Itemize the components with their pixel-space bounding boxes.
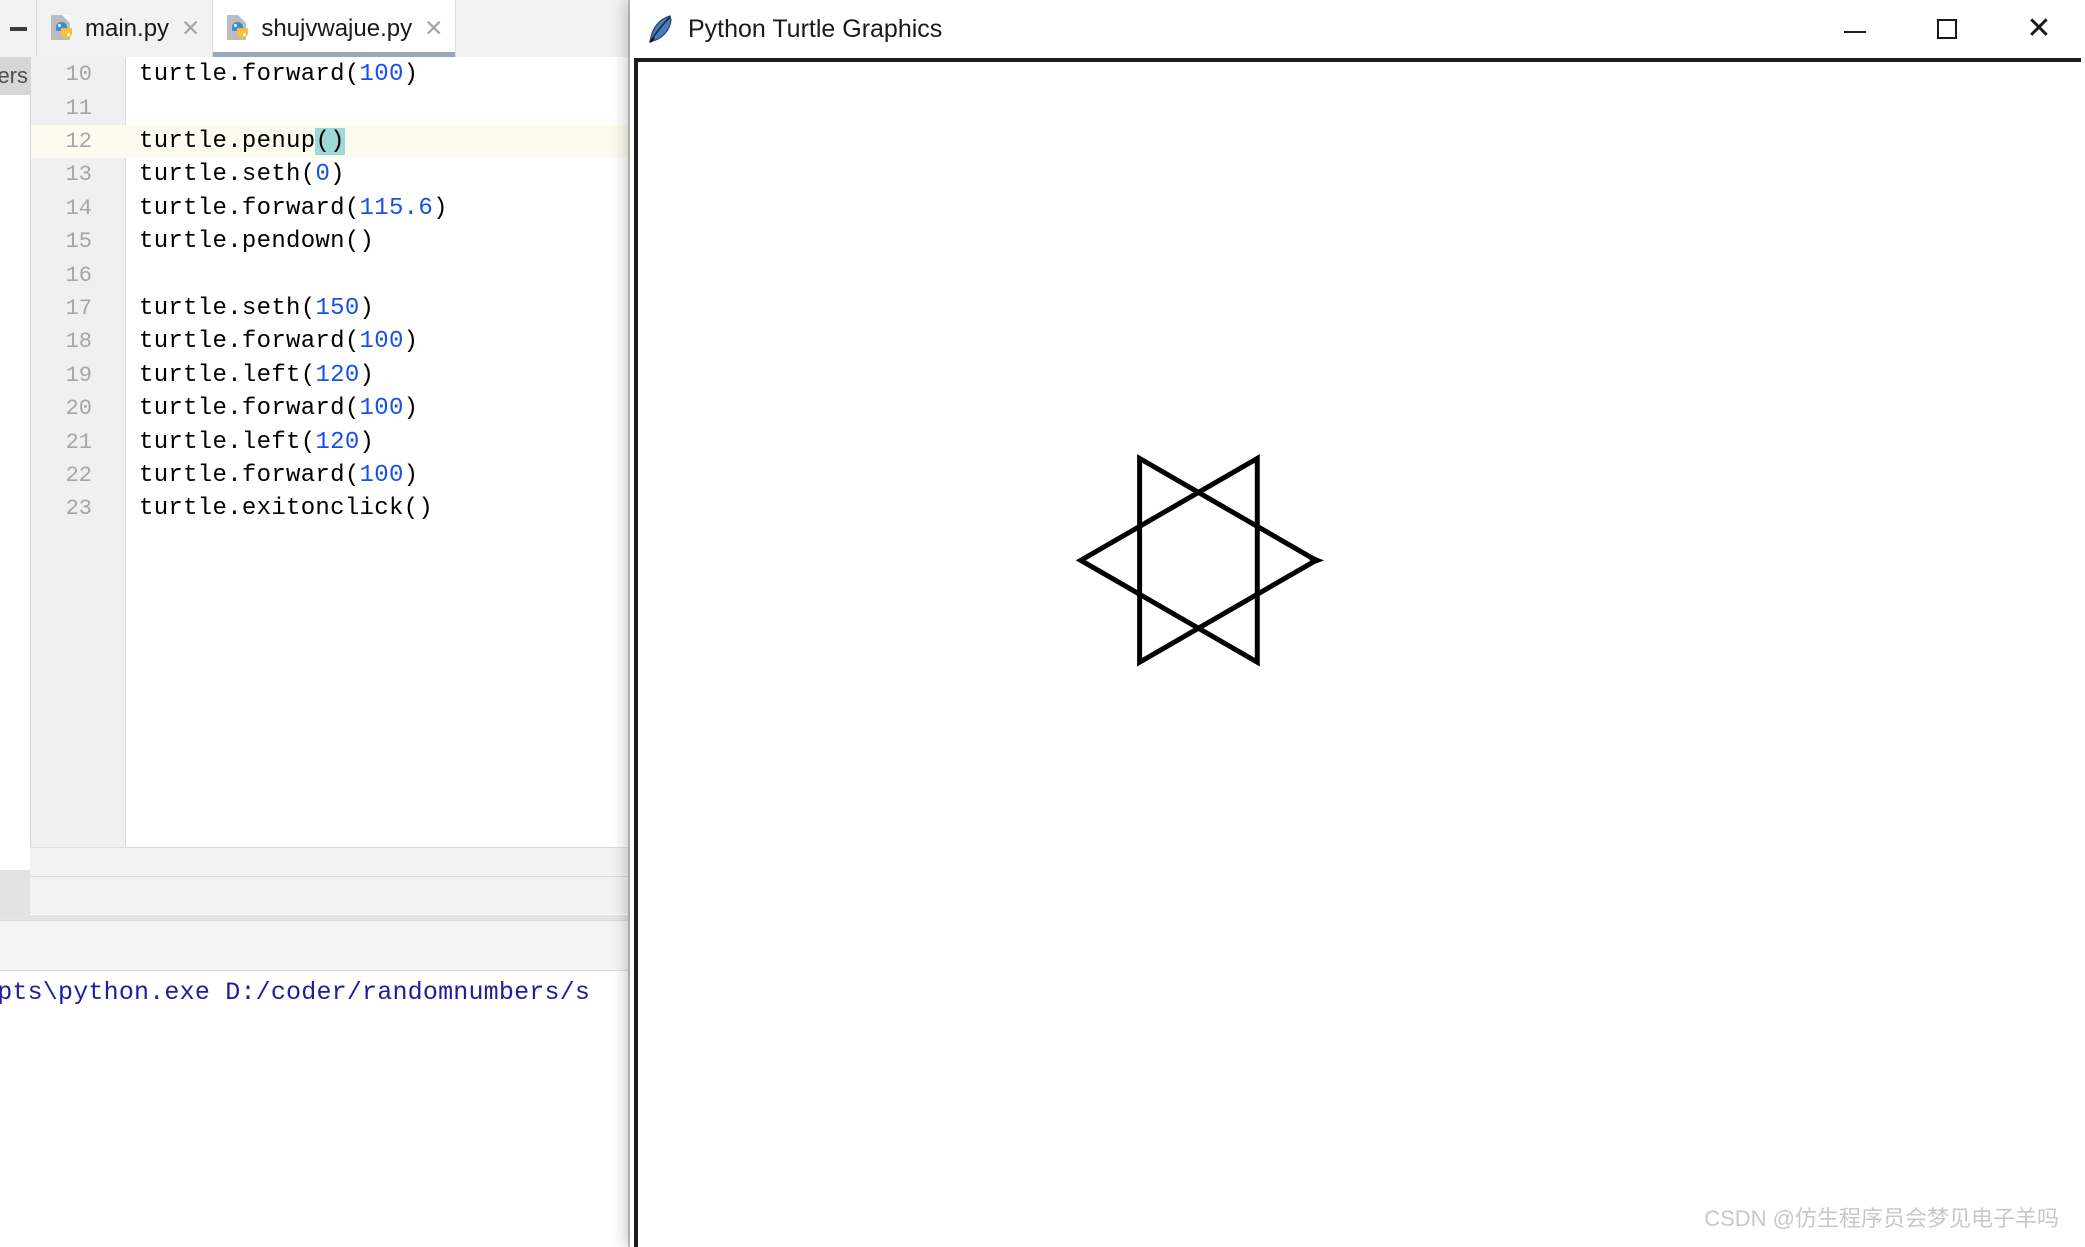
- code-editor[interactable]: 10 turtle.forward(100) 11 12 turtle.penup() 1…: [30, 57, 630, 847]
- run-console[interactable]: .pts\python.exe D:/coder/randomnumbers/s: [0, 920, 630, 1247]
- python-file-icon: [51, 15, 75, 42]
- editor-tab-label: shujvwajue.py: [261, 14, 413, 42]
- window-minimize-button[interactable]: [1809, 0, 1901, 58]
- code-line[interactable]: 13 turtle.seth(0): [31, 158, 630, 191]
- code-text: turtle.left(120): [139, 361, 375, 389]
- code-line[interactable]: 14 turtle.forward(115.6): [31, 192, 630, 225]
- numeric-literal: 0: [315, 161, 331, 189]
- turtle-cursor-arrow-icon: [1303, 552, 1325, 569]
- text-selection-highlight: (): [315, 127, 345, 155]
- turtle-window-titlebar[interactable]: Python Turtle Graphics ✕: [630, 0, 2085, 58]
- ide-minimize-button[interactable]: [0, 0, 37, 57]
- project-panel-strip-lower: [0, 870, 30, 915]
- turtle-arrow-icon: [1303, 552, 1325, 569]
- code-line[interactable]: 12 turtle.penup(): [31, 124, 630, 159]
- minimize-icon: [9, 26, 27, 31]
- editor-bottom-strip: [30, 847, 630, 877]
- line-number: 23: [65, 496, 92, 522]
- code-text: turtle.pendown(): [139, 228, 375, 256]
- numeric-literal: 150: [315, 294, 360, 322]
- line-number: 20: [65, 396, 92, 422]
- line-number: 19: [65, 362, 92, 388]
- project-tree-item-truncated[interactable]: ers: [0, 57, 30, 95]
- line-number: 10: [65, 62, 92, 88]
- line-number: 22: [65, 462, 92, 488]
- console-output-line: .pts\python.exe D:/coder/randomnumbers/s: [0, 978, 591, 1007]
- turtle-title-group: Python Turtle Graphics: [630, 14, 942, 44]
- code-line[interactable]: 15 turtle.pendown(): [31, 225, 630, 258]
- window-maximize-button[interactable]: [1901, 0, 1993, 58]
- python-file-icon: [227, 15, 251, 42]
- numeric-literal: 100: [359, 461, 404, 489]
- project-tree-item-label: ers: [0, 63, 28, 88]
- code-line[interactable]: 17 turtle.seth(150): [31, 292, 630, 325]
- line-number: 21: [65, 429, 92, 455]
- code-line[interactable]: 22 turtle.forward(100): [31, 459, 630, 492]
- feather-icon: [649, 15, 672, 43]
- turtle-drawing: [1075, 454, 1325, 667]
- code-line[interactable]: 19 turtle.left(120): [31, 359, 630, 392]
- console-top-strip: [0, 921, 630, 971]
- code-line[interactable]: 23 turtle.exitonclick(): [31, 492, 630, 525]
- run-tool-window-toolbar[interactable]: [30, 877, 630, 914]
- close-icon[interactable]: ✕: [424, 17, 443, 40]
- editor-tab-strip: main.py ✕ shujvwajue.py ✕: [0, 0, 630, 58]
- line-number: 16: [65, 262, 92, 288]
- numeric-literal: 100: [359, 61, 404, 89]
- code-line[interactable]: 11: [31, 91, 630, 124]
- numeric-literal: 120: [315, 361, 360, 389]
- line-number: 11: [65, 95, 92, 121]
- code-line[interactable]: 20 turtle.forward(100): [31, 392, 630, 425]
- code-text: turtle.forward(100): [139, 61, 419, 89]
- close-icon: ✕: [2026, 12, 2052, 45]
- project-panel-strip: [0, 57, 30, 847]
- code-text: turtle.forward(100): [139, 328, 419, 356]
- numeric-literal: 120: [315, 428, 360, 456]
- editor-tab-shujvwajue-py[interactable]: shujvwajue.py ✕: [213, 0, 457, 57]
- code-line[interactable]: 10 turtle.forward(100): [31, 58, 630, 91]
- line-number: 15: [65, 229, 92, 255]
- code-text: turtle.forward(100): [139, 395, 419, 423]
- code-line[interactable]: 21 turtle.left(120): [31, 425, 630, 458]
- line-number: 13: [65, 162, 92, 188]
- minimize-icon: [1844, 31, 1866, 33]
- code-text: turtle.forward(115.6): [139, 194, 448, 222]
- csdn-watermark: CSDN @仿生程序员会梦见电子羊吗: [1704, 1206, 2059, 1231]
- code-text: turtle.seth(0): [139, 161, 345, 189]
- window-close-button[interactable]: ✕: [1993, 0, 2085, 58]
- close-icon[interactable]: ✕: [181, 17, 200, 40]
- numeric-literal: 115.6: [359, 194, 434, 222]
- star-triangle-a: [1137, 454, 1322, 667]
- editor-tab-main-py[interactable]: main.py ✕: [37, 0, 214, 57]
- line-number: 12: [65, 128, 92, 154]
- turtle-canvas-area[interactable]: CSDN @仿生程序员会梦见电子羊吗: [634, 58, 2081, 1247]
- code-text: turtle.penup(): [139, 127, 345, 155]
- code-text: turtle.exitonclick(): [139, 495, 434, 523]
- turtle-graphics-window: Python Turtle Graphics ✕ CSDN @仿生程序员会梦见电…: [630, 0, 2085, 1247]
- code-text: turtle.forward(100): [139, 461, 419, 489]
- code-text: turtle.left(120): [139, 428, 375, 456]
- line-number: 14: [65, 195, 92, 221]
- code-text: turtle.seth(150): [139, 294, 375, 322]
- editor-tab-label: main.py: [85, 14, 170, 42]
- maximize-icon: [1937, 19, 1957, 39]
- line-number: 17: [65, 295, 92, 321]
- numeric-literal: 100: [359, 328, 404, 356]
- code-line[interactable]: 16: [31, 258, 630, 291]
- six-pointed-star: [1075, 454, 1322, 667]
- star-triangle-b: [1075, 454, 1260, 667]
- line-number: 18: [65, 329, 92, 355]
- window-controls: ✕: [1809, 0, 2085, 58]
- ide-window: main.py ✕ shujvwajue.py ✕ ers 10 turtle.f…: [0, 0, 630, 1247]
- turtle-window-title: Python Turtle Graphics: [688, 14, 943, 43]
- numeric-literal: 100: [359, 395, 404, 423]
- code-line[interactable]: 18 turtle.forward(100): [31, 325, 630, 358]
